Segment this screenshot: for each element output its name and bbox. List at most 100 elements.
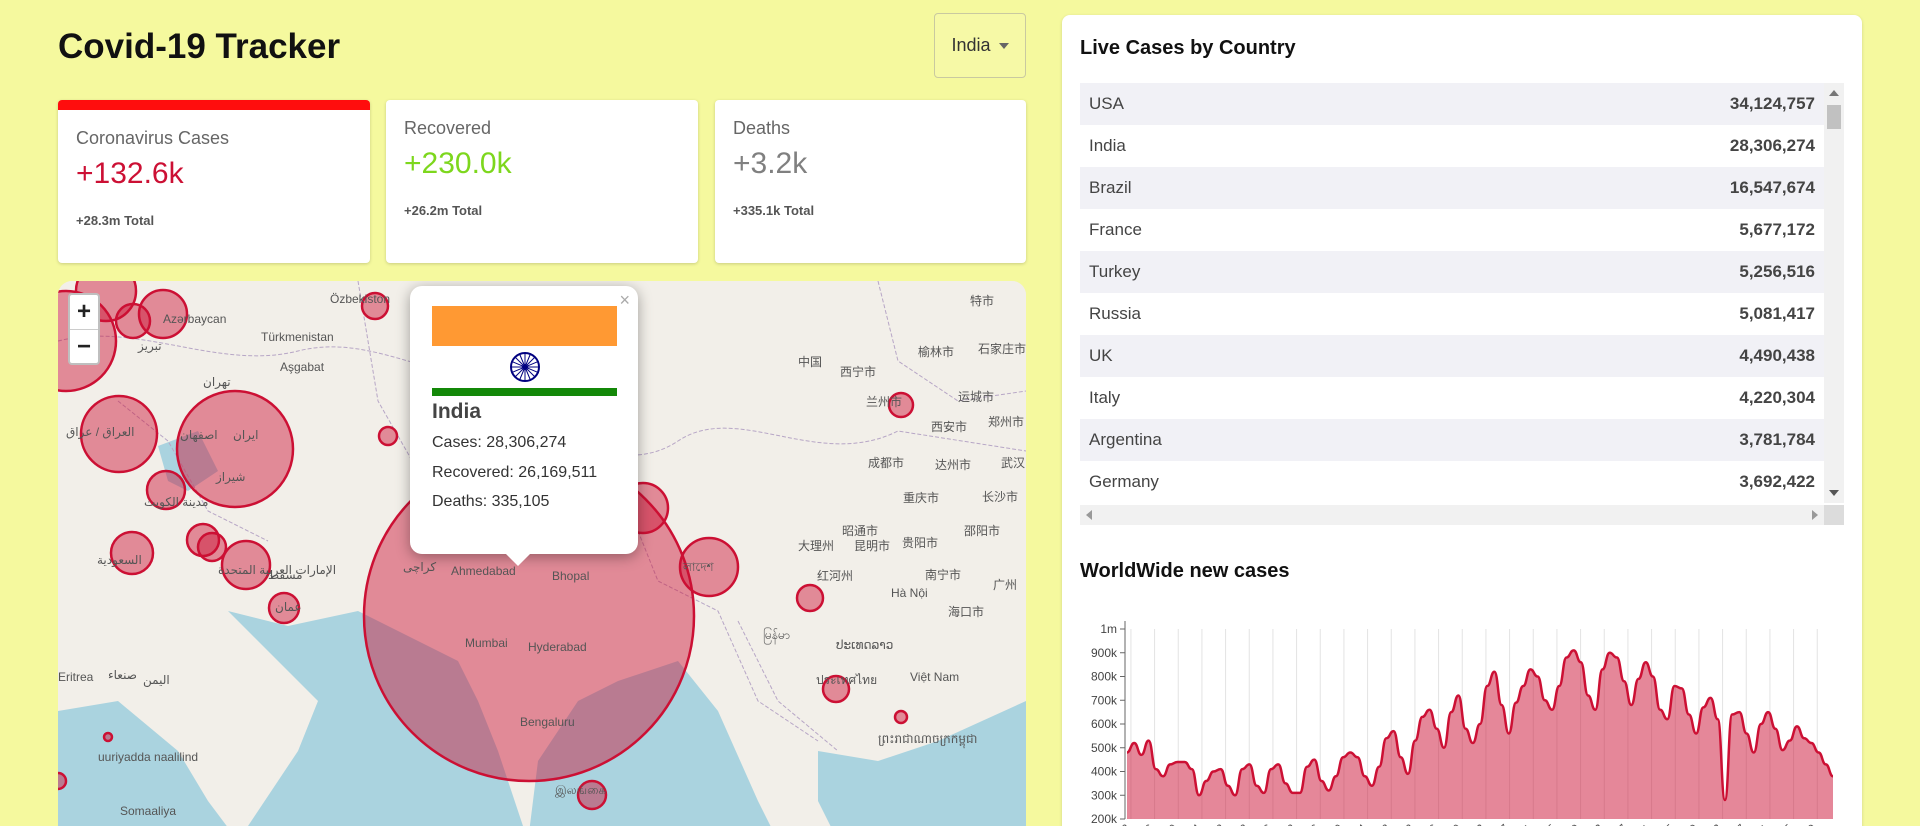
recovered-card[interactable]: Recovered +230.0k +26.2m Total (386, 100, 698, 263)
map-label: 郑州市 (988, 414, 1024, 429)
map-label: 贵阳市 (902, 535, 938, 550)
map-label: Mumbai (465, 636, 508, 650)
table-row[interactable]: Argentina 3,781,784 (1080, 419, 1824, 461)
map-label: 昭通市 (842, 523, 878, 538)
map-label: شیراز (215, 470, 245, 485)
cases-table[interactable]: USA 34,124,757 India 28,306,274 Brazil 1… (1080, 83, 1844, 533)
zoom-out-button[interactable]: − (70, 329, 98, 363)
deaths-card-value: +3.2k (733, 147, 808, 180)
case-circle-laos[interactable] (893, 709, 909, 725)
table-row[interactable]: USA 34,124,757 (1080, 83, 1824, 125)
chart-x-tick-label: Mar 2 (1267, 821, 1299, 826)
map-label: 红河州 (817, 568, 853, 583)
recovered-card-total: +26.2m Total (404, 203, 483, 218)
table-row[interactable]: Russia 5,081,417 (1080, 293, 1824, 335)
chart-x-tick-label: 17 (1729, 821, 1749, 826)
case-circle-afghanistan[interactable] (377, 425, 399, 447)
chevron-down-icon (998, 42, 1009, 49)
country-select[interactable]: India (934, 13, 1026, 78)
case-circle-myanmar[interactable] (795, 583, 825, 613)
map-label: تهران (203, 375, 231, 390)
map-label: 运城市 (958, 389, 994, 404)
map-label: Việt Nam (910, 670, 959, 684)
country-select-value: India (951, 35, 991, 55)
chart-x-tick-label: 22 (1232, 821, 1252, 826)
map-label: 南宁市 (925, 567, 961, 582)
popup-recovered: Recovered: 26,169,511 (432, 463, 598, 481)
case-circle-somalia[interactable] (58, 771, 68, 791)
chart-y-tick-label: 300k (1091, 788, 1118, 802)
map-label: Bhopal (552, 569, 589, 583)
table-row[interactable]: UK 4,490,438 (1080, 335, 1824, 377)
chart-x-tick-label: 18 (1374, 821, 1394, 826)
chart-x-tick-label: 21 (1753, 821, 1773, 826)
chart-x-tick-label: 26 (1256, 821, 1276, 826)
table-row[interactable]: Turkey 5,256,516 (1080, 251, 1824, 293)
india-flag-image (432, 306, 617, 396)
map-label: 大理州 (798, 539, 834, 553)
scroll-up-icon[interactable] (1829, 90, 1839, 96)
case-circle-qatar[interactable] (196, 531, 228, 563)
chart-x-tick-label: May 1 (1621, 821, 1654, 826)
cases-card[interactable]: Coronavirus Cases +132.6k +28.3m Total (58, 100, 370, 263)
scroll-thumb[interactable] (1827, 105, 1841, 129)
zoom-in-button[interactable]: + (70, 295, 98, 329)
close-icon[interactable]: × (619, 290, 630, 311)
table-row[interactable]: Germany 3,692,422 (1080, 461, 1824, 503)
row-cases: 5,677,172 (1739, 220, 1815, 239)
case-circle-iran[interactable] (175, 389, 295, 509)
row-country: Germany (1089, 472, 1159, 491)
cases-card-total: +28.3m Total (76, 213, 155, 228)
map-label: Ahmedabad (451, 564, 516, 578)
map-label: 昆明市 (854, 538, 890, 553)
chart-y-tick-label: 1m (1100, 622, 1117, 636)
row-cases: 3,692,422 (1739, 472, 1815, 491)
table-vertical-scrollbar[interactable] (1824, 83, 1844, 503)
chart-x-tick-label: 27 (1611, 821, 1631, 826)
row-cases: 28,306,274 (1729, 136, 1815, 155)
table-row[interactable]: France 5,677,172 (1080, 209, 1824, 251)
popup-country-name: India (432, 400, 482, 423)
scroll-left-icon[interactable] (1086, 510, 1092, 520)
row-country: Brazil (1089, 178, 1132, 197)
table-row[interactable]: India 28,306,274 (1080, 125, 1824, 167)
chart-x-tick-label: 15 (1540, 821, 1560, 826)
case-circle-armenia[interactable] (114, 302, 152, 340)
chart-y-tick-label: 500k (1091, 741, 1118, 755)
row-cases: 16,547,674 (1729, 178, 1815, 197)
map-label: Somaaliya (120, 804, 176, 818)
table-row[interactable]: Brazil 16,547,674 (1080, 167, 1824, 209)
row-cases: 4,490,438 (1739, 346, 1815, 365)
map-label: عمان (275, 600, 302, 614)
cases-card-value: +132.6k (76, 157, 184, 190)
right-panel: Live Cases by Country USA 34,124,757 Ind… (1062, 15, 1862, 826)
map-label: 西安市 (931, 419, 967, 434)
row-country: USA (1089, 94, 1124, 113)
chart-title: WorldWide new cases (1080, 560, 1290, 582)
chart-x-tick-label: 19 (1563, 821, 1583, 826)
row-country: UK (1089, 346, 1113, 365)
world-map[interactable]: Özbekiston Türkmenistan Aşgabat تبریز Az… (58, 281, 1026, 826)
chart-x-tick-label: 25 (1776, 821, 1796, 826)
table-row[interactable]: Italy 4,220,304 (1080, 377, 1824, 419)
chart-x-tick-label: 10 (1327, 821, 1347, 826)
scroll-right-icon[interactable] (1812, 510, 1818, 520)
map-label: 榆林市 (918, 344, 954, 359)
table-horizontal-scrollbar[interactable] (1080, 505, 1824, 525)
deaths-card[interactable]: Deaths +3.2k +335.1k Total (715, 100, 1026, 263)
map-label: 西宁市 (840, 364, 876, 379)
map-label: Hyderabad (528, 640, 587, 654)
new-cases-chart: Feb 261014182226Mar 26101418222630Apr 37… (1080, 605, 1844, 826)
chart-x-tick-label: Apr 3 (1458, 821, 1488, 826)
row-country: India (1089, 136, 1126, 155)
map-label: صنعاء (108, 668, 137, 682)
map-label: تبریز (137, 339, 162, 354)
cases-card-title: Coronavirus Cases (76, 128, 230, 148)
scrollbar-corner (1824, 505, 1844, 525)
case-circle-djibouti[interactable] (102, 731, 114, 743)
chart-x-tick-label: 6 (1142, 821, 1157, 826)
chart-y-tick-label: 200k (1091, 812, 1118, 826)
scroll-down-icon[interactable] (1829, 490, 1839, 496)
map-label: اصفهان (180, 428, 218, 442)
recovered-card-title: Recovered (404, 118, 492, 138)
